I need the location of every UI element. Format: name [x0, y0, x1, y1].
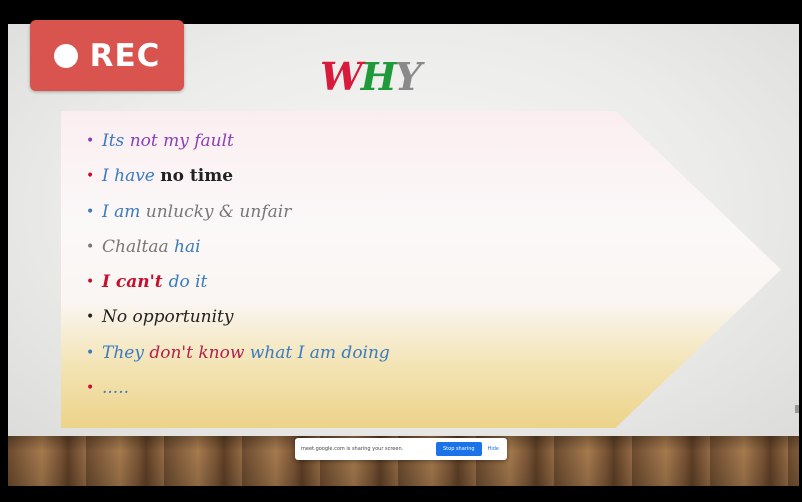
text-segment: hai [174, 236, 201, 257]
recording-label: REC [89, 37, 161, 74]
share-message: meet.google.com is sharing your screen. [301, 446, 404, 452]
title-letter-y: Y [394, 54, 422, 99]
text-segment: no time [160, 166, 234, 187]
bullet-icon: • [86, 380, 95, 397]
text-segment: ..... [102, 378, 130, 399]
bullet-icon: • [86, 168, 95, 185]
text-segment: what I am doing [249, 342, 390, 363]
list-item: • No opportunity [86, 304, 390, 339]
bullet-icon: • [86, 309, 95, 326]
text-segment: Its [102, 131, 130, 151]
list-item-text: No opportunity [102, 304, 233, 339]
text-segment: No opportunity [102, 307, 234, 328]
slide-title: WHY [320, 54, 422, 99]
bullet-icon: • [86, 238, 95, 255]
list-item: • Chaltaa hai [86, 234, 390, 269]
list-item-text: They don't know what I am doing [102, 340, 390, 375]
text-segment: I have [102, 166, 161, 187]
text-segment: I can't [102, 272, 169, 293]
list-item: •..... [86, 375, 390, 410]
list-item-text: I have no time [102, 163, 233, 198]
title-letter-h: H [360, 54, 397, 99]
text-segment: unlucky & unfair [145, 201, 292, 222]
list-item-text: Its not my fault [102, 128, 234, 163]
bullet-icon: • [86, 344, 95, 361]
list-item: • They don't know what I am doing [86, 340, 390, 375]
list-item: • I am unlucky & unfair [86, 199, 390, 234]
screen: WHY • Its not my fault • I have no time • I a… [0, 0, 802, 502]
record-dot-icon [53, 43, 78, 68]
screen-share-bar: meet.google.com is sharing your screen. … [295, 438, 507, 460]
hide-button[interactable]: Hide [488, 446, 499, 452]
bullet-icon: • [86, 274, 95, 291]
text-segment: Chaltaa [102, 236, 175, 257]
text-segment: They [102, 342, 150, 363]
bullet-icon: • [86, 133, 95, 149]
text-segment: do it [168, 272, 208, 293]
text-segment: I am [102, 201, 146, 222]
list-item-text: I am unlucky & unfair [102, 199, 291, 234]
list-item-text: Chaltaa hai [102, 234, 201, 269]
list-item-text: ..... [102, 375, 129, 410]
stop-sharing-button[interactable]: Stop sharing [436, 442, 482, 456]
screen-bottom-border [0, 486, 802, 502]
list-item-text: I can't do it [102, 269, 207, 304]
text-segment: don't know [149, 342, 250, 363]
excuse-list: • Its not my fault • I have no time • I am un… [86, 128, 390, 410]
title-letter-w: W [320, 54, 363, 99]
list-item: • I have no time [86, 163, 390, 198]
list-item: • I can't do it [86, 269, 390, 304]
list-item: • Its not my fault [86, 128, 390, 163]
recording-indicator: REC [30, 20, 184, 91]
text-segment: not my fault [129, 131, 234, 151]
bullet-icon: • [86, 203, 95, 220]
mouse-pointer-icon [795, 405, 799, 413]
